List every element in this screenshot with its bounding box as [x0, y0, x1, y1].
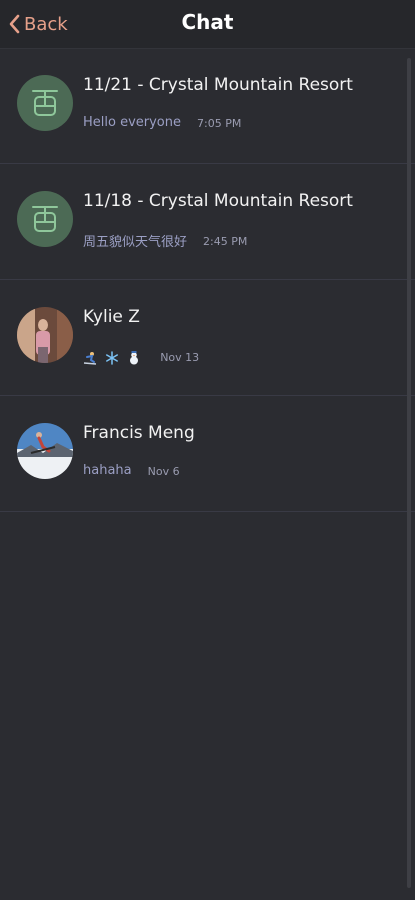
chat-list: 11/21 - Crystal Mountain Resort Hello ev…	[0, 48, 415, 512]
chat-name: Francis Meng	[83, 423, 195, 443]
chat-preview: hahaha	[83, 463, 132, 478]
chat-item[interactable]: Kylie Z Nov 13	[0, 280, 415, 396]
chat-meta: Nov 13	[83, 347, 199, 366]
scrollbar[interactable]	[407, 58, 411, 888]
chat-preview: Hello everyone	[83, 115, 182, 130]
user-photo	[17, 307, 73, 363]
chat-meta: Hello everyone 7:05 PM	[83, 115, 241, 130]
chat-screen: Back Chat 11/21 - Crystal Mountain Resor…	[0, 0, 415, 900]
header-bar: Back Chat	[0, 0, 415, 49]
chevron-left-icon	[9, 14, 20, 34]
chat-time: Nov 6	[147, 465, 180, 478]
chat-name: 11/21 - Crystal Mountain Resort	[83, 75, 353, 95]
chat-item[interactable]: Francis Meng hahaha Nov 6	[0, 396, 415, 512]
chat-item[interactable]: 11/21 - Crystal Mountain Resort Hello ev…	[0, 48, 415, 164]
gondola-icon	[17, 75, 73, 131]
chat-preview: 周五貌似天气很好	[83, 235, 188, 250]
skier-emoji	[83, 351, 97, 365]
chat-time: Nov 13	[160, 351, 200, 364]
chat-time: 7:05 PM	[197, 117, 242, 130]
back-button[interactable]: Back	[8, 10, 68, 38]
back-label: Back	[24, 13, 68, 35]
chat-item[interactable]: 11/18 - Crystal Mountain Resort 周五貌似天气很好…	[0, 164, 415, 280]
snowman-emoji	[130, 350, 139, 364]
snowflake-emoji	[106, 350, 119, 365]
chat-meta: hahaha Nov 6	[83, 463, 180, 478]
chat-time: 2:45 PM	[203, 235, 248, 248]
chat-meta: 周五貌似天气很好 2:45 PM	[83, 231, 247, 250]
chat-name: Kylie Z	[83, 307, 140, 327]
chat-preview-emojis	[83, 347, 144, 366]
gondola-icon	[17, 191, 73, 247]
chat-name: 11/18 - Crystal Mountain Resort	[83, 191, 353, 211]
user-photo	[17, 423, 73, 479]
